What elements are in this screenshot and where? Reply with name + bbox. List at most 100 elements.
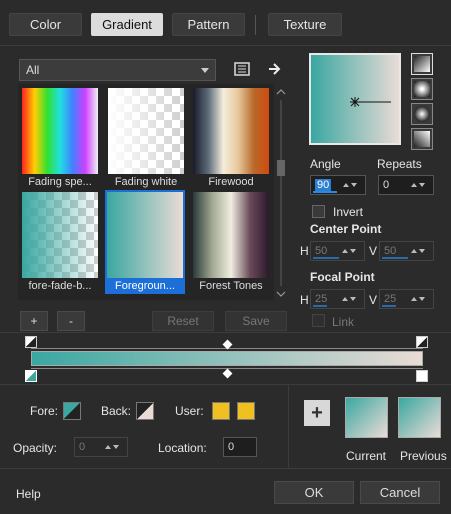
gradient-swatch xyxy=(193,192,269,278)
reset-button[interactable]: Reset xyxy=(152,311,214,331)
gallery-item[interactable]: Firewood xyxy=(191,86,271,190)
gallery-item[interactable]: Fading white xyxy=(106,86,186,190)
center-v-value: 50 xyxy=(384,245,397,257)
sunburst-style-button[interactable] xyxy=(411,103,433,125)
repeats-value: 0 xyxy=(383,179,390,191)
center-h-input[interactable]: 50 xyxy=(310,241,365,261)
category-dropdown-value: All xyxy=(26,63,40,77)
tab-gradient[interactable]: Gradient xyxy=(91,13,163,36)
center-point-label: Center Point xyxy=(310,222,382,236)
save-button[interactable]: Save xyxy=(225,311,287,331)
opacity-label: Opacity: xyxy=(13,441,58,455)
invert-label: Invert xyxy=(333,205,364,219)
arrow-right-icon[interactable] xyxy=(265,60,285,78)
repeats-input[interactable]: 0 xyxy=(378,175,434,195)
angle-value: 90 xyxy=(315,179,332,191)
help-link[interactable]: Help xyxy=(16,487,41,501)
previous-gradient-swatch[interactable] xyxy=(398,397,441,438)
gradient-swatch xyxy=(107,192,183,278)
center-v-input[interactable]: 50 xyxy=(379,241,434,261)
scrollbar-track xyxy=(280,100,282,286)
focal-v-value: 25 xyxy=(384,293,397,305)
gallery-item-label: Fading spe... xyxy=(28,176,92,188)
chevron-down-icon xyxy=(201,68,209,73)
gradient-gallery[interactable]: Fading spe... Fading white Firewood fore… xyxy=(18,84,274,300)
gallery-scrollbar[interactable] xyxy=(276,88,286,298)
gallery-item[interactable]: Forest Tones xyxy=(191,190,271,294)
focal-v-label: V xyxy=(369,293,378,307)
link-checkbox[interactable] xyxy=(312,314,325,327)
gradient-preview[interactable] xyxy=(309,53,401,145)
color-midpoint[interactable] xyxy=(222,368,233,379)
gallery-item-label: fore-fade-b... xyxy=(28,280,92,292)
transparency-stop-end[interactable] xyxy=(416,336,428,348)
fore-label: Fore: xyxy=(30,404,59,418)
gallery-item[interactable]: fore-fade-b... xyxy=(20,190,100,294)
radial-style-button[interactable] xyxy=(411,128,433,150)
user-label: User: xyxy=(175,404,204,418)
tab-separator xyxy=(255,15,256,35)
location-label: Location: xyxy=(158,441,207,455)
current-label: Current xyxy=(346,449,387,463)
current-gradient-swatch[interactable] xyxy=(345,397,388,438)
tab-texture[interactable]: Texture xyxy=(268,13,342,36)
gallery-item-label: Firewood xyxy=(208,176,254,188)
color-stop-start[interactable] xyxy=(25,370,37,382)
location-input[interactable]: 0 xyxy=(223,437,257,457)
scrollbar-thumb[interactable] xyxy=(277,160,285,176)
angle-input[interactable]: 90 xyxy=(310,175,366,195)
fore-color-swatch[interactable] xyxy=(63,402,81,420)
gradient-swatch xyxy=(22,88,98,174)
invert-checkbox[interactable] xyxy=(312,205,325,218)
center-v-level-bar xyxy=(382,257,408,259)
back-color-swatch[interactable] xyxy=(136,402,154,420)
gallery-item-label: Forest Tones xyxy=(199,280,263,292)
gradient-swatch xyxy=(193,88,269,174)
linear-style-button[interactable] xyxy=(411,53,433,75)
focal-point-label: Focal Point xyxy=(310,270,375,284)
tab-pattern[interactable]: Pattern xyxy=(172,13,245,36)
user-color-swatch[interactable] xyxy=(212,402,230,420)
link-label: Link xyxy=(332,315,355,329)
focal-h-label: H xyxy=(300,293,309,307)
center-h-value: 50 xyxy=(315,245,328,257)
focal-h-level-bar xyxy=(313,305,327,307)
add-gradient-button[interactable]: + xyxy=(20,311,48,331)
gallery-item-label: Fading white xyxy=(114,176,178,188)
gallery-item[interactable]: Fading spe... xyxy=(20,86,100,190)
divider xyxy=(0,468,451,469)
user-color-swatch-2[interactable] xyxy=(237,402,255,420)
center-h-label: H xyxy=(300,244,309,258)
gradient-swatch xyxy=(108,88,184,174)
transparency-stop-start[interactable] xyxy=(25,336,37,348)
gradient-swatch xyxy=(22,192,98,278)
color-stop-end[interactable] xyxy=(416,370,428,382)
book-icon[interactable] xyxy=(232,60,252,78)
opacity-value: 0 xyxy=(79,441,86,453)
gradient-editor-bar[interactable] xyxy=(31,351,423,366)
divider xyxy=(0,45,451,46)
divider xyxy=(0,332,451,333)
opacity-input[interactable]: 0 xyxy=(74,437,128,457)
focal-v-level-bar xyxy=(382,305,396,307)
rectangular-style-button[interactable] xyxy=(411,78,433,100)
cancel-button[interactable]: Cancel xyxy=(360,481,440,504)
gallery-item-selected[interactable]: Foregroun... xyxy=(105,190,185,294)
focal-v-input[interactable]: 25 xyxy=(379,289,434,309)
focal-h-input[interactable]: 25 xyxy=(310,289,365,309)
add-to-swatches-button[interactable]: + xyxy=(304,400,330,426)
remove-gradient-button[interactable]: - xyxy=(57,311,85,331)
category-dropdown[interactable]: All xyxy=(19,59,216,81)
divider xyxy=(288,384,289,468)
tab-color[interactable]: Color xyxy=(9,13,82,36)
angle-label: Angle xyxy=(310,157,341,171)
center-h-level-bar xyxy=(313,257,339,259)
angle-handle-icon[interactable] xyxy=(347,95,393,109)
back-label: Back: xyxy=(101,404,132,418)
ok-button[interactable]: OK xyxy=(274,481,354,504)
focal-h-value: 25 xyxy=(315,293,328,305)
gallery-item-label: Foregroun... xyxy=(115,280,175,292)
previous-label: Previous xyxy=(400,449,447,463)
center-v-label: V xyxy=(369,244,378,258)
location-value: 0 xyxy=(228,441,235,453)
